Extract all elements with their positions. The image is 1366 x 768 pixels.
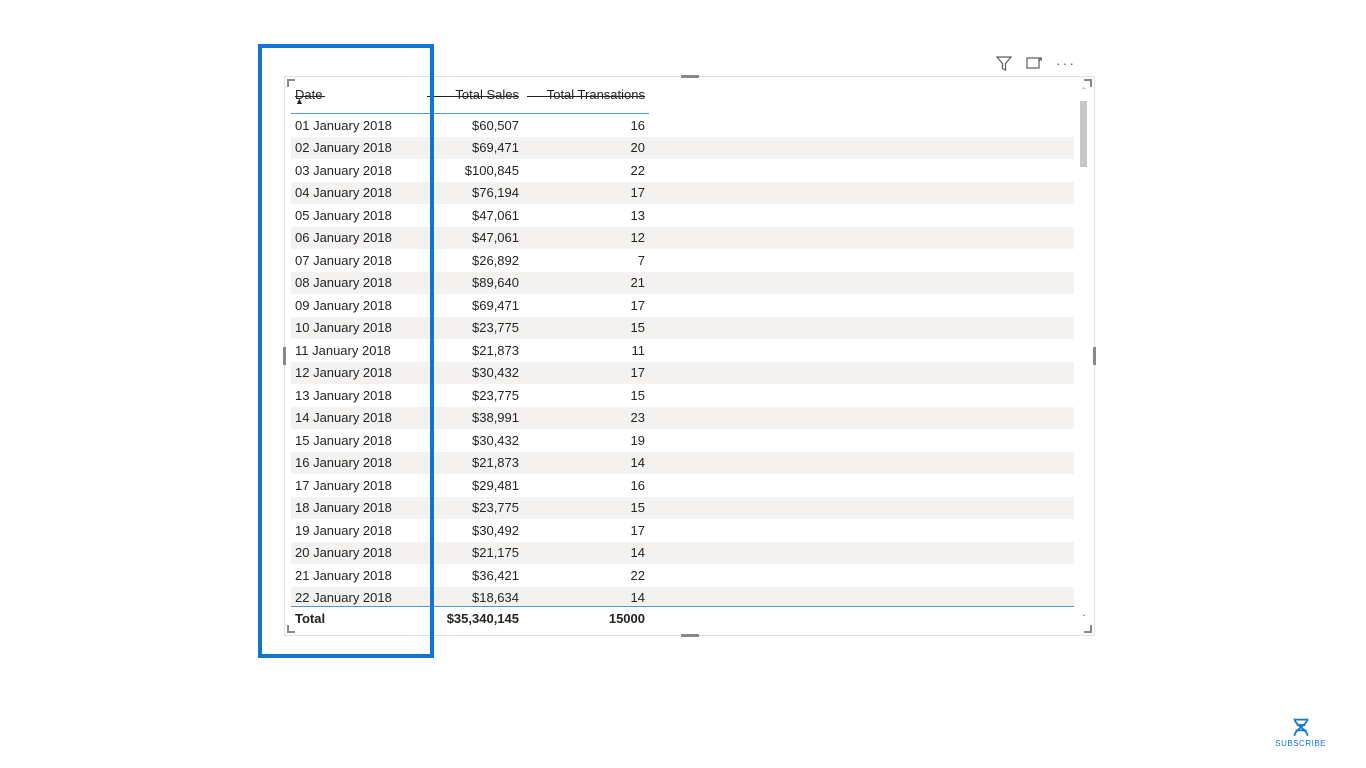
column-header-sales[interactable]: Total Sales (423, 87, 523, 102)
scroll-thumb[interactable] (1080, 101, 1087, 167)
visual-action-bar: ··· (996, 55, 1076, 71)
cell-trans: 17 (523, 185, 649, 200)
subscribe-label: SUBSCRIBE (1275, 739, 1326, 748)
cell-sales: $21,873 (423, 343, 523, 358)
cell-trans: 20 (523, 140, 649, 155)
cell-trans: 15 (523, 388, 649, 403)
cell-trans: 15 (523, 320, 649, 335)
cell-sales: $23,775 (423, 320, 523, 335)
resize-handle-right[interactable] (1093, 347, 1096, 365)
cell-sales: $18,634 (423, 590, 523, 605)
cell-sales: $30,432 (423, 433, 523, 448)
cell-sales: $69,471 (423, 140, 523, 155)
cell-sales: $36,421 (423, 568, 523, 583)
cell-sales: $47,061 (423, 208, 523, 223)
cell-trans: 17 (523, 365, 649, 380)
filter-icon[interactable] (996, 55, 1012, 71)
total-sales: $35,340,145 (423, 611, 523, 626)
cell-trans: 13 (523, 208, 649, 223)
vertical-scrollbar[interactable]: ˆ ˇ (1078, 87, 1090, 625)
cell-sales: $30,492 (423, 523, 523, 538)
resize-handle-top[interactable] (681, 75, 699, 78)
scroll-up-icon[interactable]: ˆ (1078, 87, 1090, 98)
cell-trans: 22 (523, 568, 649, 583)
cell-trans: 15 (523, 500, 649, 515)
cell-sales: $47,061 (423, 230, 523, 245)
cell-trans: 7 (523, 253, 649, 268)
cell-trans: 12 (523, 230, 649, 245)
resize-handle-top-right[interactable] (1084, 79, 1092, 87)
cell-sales: $23,775 (423, 388, 523, 403)
cell-sales: $21,873 (423, 455, 523, 470)
more-options-icon[interactable]: ··· (1056, 56, 1076, 70)
cell-trans: 21 (523, 275, 649, 290)
cell-trans: 16 (523, 478, 649, 493)
cell-sales: $23,775 (423, 500, 523, 515)
cell-trans: 22 (523, 163, 649, 178)
cell-sales: $69,471 (423, 298, 523, 313)
scroll-down-icon[interactable]: ˇ (1078, 614, 1090, 625)
cell-sales: $38,991 (423, 410, 523, 425)
cell-sales: $60,507 (423, 118, 523, 133)
cell-trans: 17 (523, 523, 649, 538)
annotation-highlight-box (258, 44, 434, 658)
column-header-transactions[interactable]: Total Transations (523, 87, 649, 102)
focus-mode-icon[interactable] (1026, 55, 1042, 71)
scroll-track[interactable] (1078, 101, 1090, 611)
cell-trans: 23 (523, 410, 649, 425)
subscribe-badge[interactable]: SUBSCRIBE (1275, 712, 1326, 748)
dna-icon (1288, 712, 1314, 738)
column-header-label: Total Sales (455, 87, 519, 102)
cell-sales: $100,845 (423, 163, 523, 178)
resize-handle-bottom[interactable] (681, 634, 699, 637)
cell-trans: 19 (523, 433, 649, 448)
column-header-label: Total Transations (547, 87, 645, 102)
cell-sales: $26,892 (423, 253, 523, 268)
cell-trans: 11 (523, 343, 649, 358)
cell-trans: 14 (523, 545, 649, 560)
cell-trans: 14 (523, 455, 649, 470)
cell-sales: $29,481 (423, 478, 523, 493)
cell-trans: 17 (523, 298, 649, 313)
cell-trans: 14 (523, 590, 649, 605)
total-transactions: 15000 (523, 611, 649, 626)
cell-trans: 16 (523, 118, 649, 133)
cell-sales: $76,194 (423, 185, 523, 200)
cell-sales: $21,175 (423, 545, 523, 560)
resize-handle-bottom-right[interactable] (1084, 625, 1092, 633)
cell-sales: $30,432 (423, 365, 523, 380)
cell-sales: $89,640 (423, 275, 523, 290)
